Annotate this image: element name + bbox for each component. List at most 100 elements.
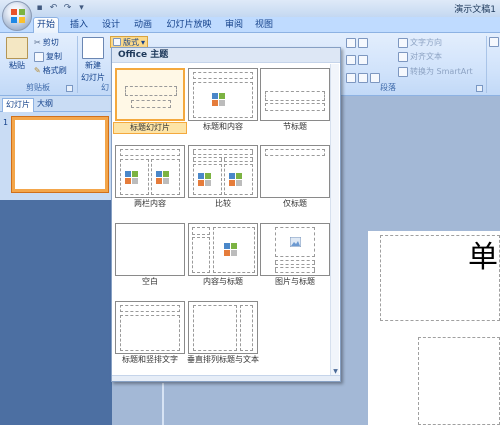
layout-preview	[115, 223, 185, 276]
layout-label: 节标题	[283, 122, 307, 131]
align-right-icon	[346, 73, 356, 83]
placeholder	[120, 159, 149, 195]
gallery-resize-grip[interactable]	[112, 375, 340, 381]
layout-preview	[188, 145, 258, 198]
align-text-button[interactable]: 对齐文本	[398, 51, 442, 62]
slide-title-text: 单	[468, 240, 498, 275]
layout-preview	[188, 301, 258, 354]
tab-home[interactable]: 开始	[33, 17, 59, 34]
paste-button[interactable]: 粘贴	[6, 37, 28, 71]
layout-preview	[188, 223, 258, 276]
customize-qat-icon[interactable]: ▾	[76, 3, 87, 14]
paragraph-group-label: 段落	[380, 83, 396, 92]
layout-label: 标题和竖排文字	[122, 355, 178, 364]
undo-icon[interactable]: ↶	[48, 3, 59, 14]
subtitle-placeholder[interactable]	[418, 337, 500, 425]
layout-preview	[260, 145, 330, 198]
layout-label: 比较	[215, 199, 231, 208]
layout-preview	[115, 301, 185, 354]
window-title: 演示文稿1	[454, 5, 496, 15]
office-logo-icon	[11, 9, 25, 23]
tab-slideshow[interactable]: 幻灯片放映	[163, 18, 215, 33]
gallery-header: Office 主题	[112, 48, 340, 63]
content-icons	[125, 171, 138, 184]
placeholder	[193, 164, 222, 195]
content-icons	[229, 173, 242, 186]
save-icon[interactable]: ▪	[34, 3, 45, 14]
placeholder	[192, 237, 210, 273]
layout-preview	[115, 68, 185, 121]
copy-button[interactable]: 复制	[34, 51, 62, 62]
redo-icon[interactable]: ↷	[62, 3, 73, 14]
tab-animations[interactable]: 动画	[130, 18, 156, 33]
layout-label: 图片与标题	[275, 277, 315, 286]
placeholder	[193, 72, 253, 79]
placeholder	[265, 91, 325, 101]
tab-view[interactable]: 视图	[251, 18, 277, 33]
justify-icon	[358, 73, 368, 83]
placeholder	[120, 315, 180, 351]
layout-label: 垂直排列标题与文本	[187, 355, 259, 364]
layout-label: 空白	[142, 277, 158, 286]
title-bar: ▪ ↶ ↷ ▾ 演示文稿1	[0, 0, 500, 17]
layout-gallery: Office 主题 标题幻灯片 标题和内容 节标题 两栏内容 比较 仅标题 空白…	[111, 47, 341, 382]
placeholder	[265, 149, 325, 156]
tab-slides[interactable]: 幻灯片	[2, 98, 34, 112]
brush-icon: ✎	[34, 66, 41, 75]
clipboard-dialog-launcher[interactable]	[66, 85, 73, 92]
layout-label: 内容与标题	[203, 277, 243, 286]
bullets-icon	[346, 38, 356, 48]
layout-preview	[260, 68, 330, 121]
placeholder	[120, 149, 180, 156]
placeholder	[192, 227, 210, 235]
tab-review[interactable]: 审阅	[221, 18, 247, 33]
paragraph-dialog-launcher[interactable]	[476, 85, 483, 92]
new-slide-button[interactable]: 新建 幻灯片	[81, 37, 105, 83]
layout-label: 标题和内容	[203, 122, 243, 131]
text-direction-button[interactable]: 文字方向	[398, 37, 442, 48]
copy-icon	[34, 51, 44, 62]
align-button[interactable]	[346, 55, 368, 65]
align-text-icon	[398, 51, 408, 62]
placeholder	[275, 267, 315, 273]
placeholder	[265, 103, 325, 111]
placeholder	[240, 305, 253, 351]
bullets-button[interactable]	[346, 38, 368, 48]
placeholder	[213, 227, 255, 273]
tab-insert[interactable]: 插入	[66, 18, 92, 33]
placeholder	[125, 86, 177, 96]
layout-label: 仅标题	[283, 199, 307, 208]
format-painter-button[interactable]: ✎ 格式刷	[34, 65, 67, 76]
drawing-button[interactable]	[489, 37, 499, 47]
placeholder	[224, 164, 253, 195]
clipboard-group-label: 剪贴板	[26, 83, 50, 92]
smartart-icon	[398, 66, 408, 77]
gallery-scrollbar[interactable]: ▼	[330, 64, 339, 376]
slide-thumbnail[interactable]	[12, 117, 108, 192]
smartart-button[interactable]: 转换为 SmartArt	[398, 66, 473, 77]
cut-button[interactable]: ✂ 剪切	[34, 37, 59, 48]
slides-panel: 幻灯片 大纲 1	[0, 96, 112, 425]
layout-icon	[113, 38, 121, 46]
layout-preview	[115, 145, 185, 198]
splitter[interactable]	[162, 383, 164, 425]
content-icons	[198, 173, 211, 186]
placeholder	[193, 82, 253, 118]
placeholder	[275, 260, 315, 265]
align-left-icon	[346, 55, 356, 65]
placeholder	[131, 100, 171, 108]
placeholder	[193, 305, 237, 351]
placeholder	[275, 227, 315, 257]
placeholder	[151, 159, 180, 195]
panel-background	[0, 200, 112, 425]
tab-design[interactable]: 设计	[98, 18, 124, 33]
align-center-icon	[358, 55, 368, 65]
dropdown-arrow-icon: ▾	[141, 37, 146, 47]
layout-label: 标题幻灯片	[113, 122, 187, 134]
clipboard-icon	[6, 37, 28, 59]
scissors-icon: ✂	[34, 38, 41, 47]
tab-outline[interactable]: 大纲	[34, 98, 56, 112]
content-icons	[224, 243, 237, 256]
new-slide-icon	[82, 37, 104, 59]
office-button[interactable]	[2, 1, 32, 31]
